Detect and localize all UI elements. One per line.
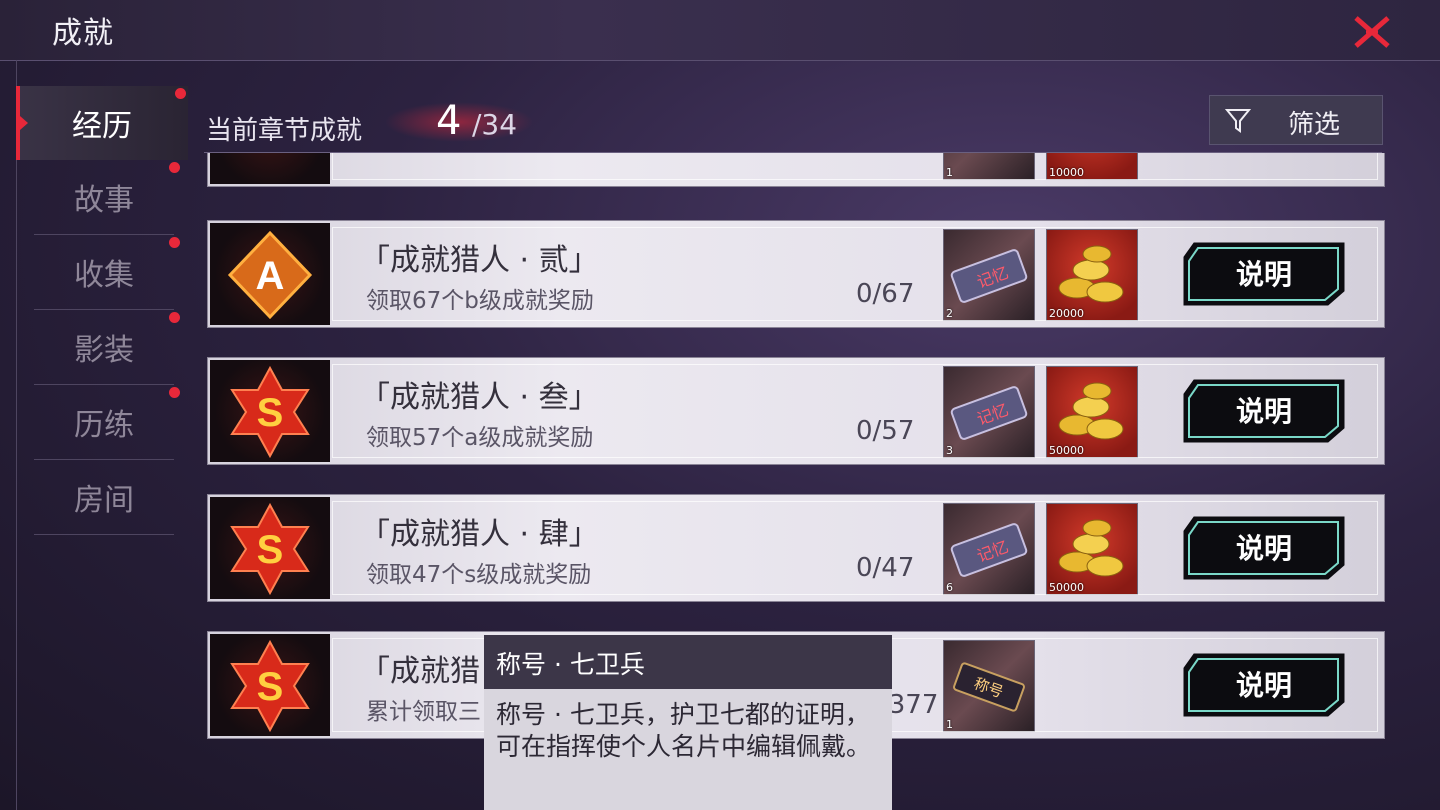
achievement-row: S 「成就猎人 · 肆」 领取47个s级成就奖励 0/47 记忆 6 50000 [207, 494, 1385, 602]
tab-experience[interactable]: 经历 [16, 86, 188, 160]
reward-qty: 3 [946, 444, 953, 457]
top-bar: 成就 [0, 0, 1440, 61]
notification-dot [175, 88, 186, 99]
memory-ticket-icon: 记忆 [950, 523, 1028, 577]
achievement-name: 「成就猎人 · 肆」 [360, 517, 599, 552]
tab-label: 经历 [72, 109, 132, 144]
badge-letter: S [257, 391, 284, 435]
notification-dot [169, 237, 180, 248]
reward-qty: 20000 [1049, 307, 1084, 320]
info-button-label: 说明 [1235, 258, 1292, 291]
tab-label: 影装 [74, 333, 134, 368]
achievement-row: S 「成就猎人 · 叁」 领取57个a级成就奖励 0/57 记忆 3 50000 [207, 357, 1385, 465]
reward-qty: 2 [946, 307, 953, 320]
rank-s-icon: S [230, 365, 310, 459]
tab-label: 收集 [74, 258, 134, 293]
close-x-icon[interactable] [1350, 12, 1394, 52]
achievement-progress: 0/47 [856, 553, 915, 583]
item-tooltip: 称号 · 七卫兵 称号 · 七卫兵，护卫七都的证明，可在指挥使个人名片中编辑佩戴… [484, 635, 892, 810]
tooltip-body: 称号 · 七卫兵，护卫七都的证明，可在指挥使个人名片中编辑佩戴。 [496, 700, 872, 761]
reward-qty: 10000 [1049, 166, 1084, 179]
rank-s-icon: S [230, 502, 310, 596]
reward-qty: 1 [946, 166, 953, 179]
tooltip-header: 称号 · 七卫兵 [484, 635, 892, 689]
badge-letter: A [256, 254, 285, 298]
achievement-badge: S [210, 497, 330, 599]
coins-reward[interactable]: 50000 [1046, 503, 1138, 595]
tab-label: 房间 [74, 483, 134, 518]
achievement-desc: 累计领取三 [366, 699, 481, 725]
achievement-name: 「成就猎人 · 叁」 [360, 380, 599, 415]
coins-reward[interactable]: 20000 [1046, 229, 1138, 321]
title-ticket-icon: 称号 [953, 662, 1025, 712]
tab-room[interactable]: 房间 [34, 460, 174, 535]
memory-ticket-reward[interactable]: 记忆 3 [943, 366, 1035, 458]
chapter-achievement-label: 当前章节成就 [206, 116, 363, 146]
reward-item[interactable]: 10000 [1046, 153, 1138, 180]
tooltip-title: 称号 · 七卫兵 [496, 650, 645, 679]
badge-letter: S [257, 528, 284, 572]
chapter-achievement-header: 当前章节成就 4 /34 [204, 96, 1382, 153]
badge-letter: S [257, 665, 284, 709]
reward-qty: 50000 [1049, 581, 1084, 594]
notification-dot [169, 312, 180, 323]
achievement-name: 「成就猎人 · 贰」 [360, 243, 599, 278]
notification-dot [169, 162, 180, 173]
funnel-icon [1224, 109, 1252, 133]
achievement-badge: S [210, 360, 330, 462]
achievement-badge: S [210, 634, 330, 736]
achievement-progress: 0/67 [856, 279, 915, 309]
tab-training[interactable]: 历练 [34, 385, 180, 460]
achievement-desc: 领取57个a级成就奖励 [366, 425, 594, 451]
reward-qty: 50000 [1049, 444, 1084, 457]
tab-outfit[interactable]: 影装 [34, 310, 180, 385]
memory-ticket-reward[interactable]: 记忆 6 [943, 503, 1035, 595]
achievement-row: A 「成就猎人 · 贰」 领取67个b级成就奖励 0/67 记忆 2 20000 [207, 220, 1385, 328]
page-title: 成就 [52, 16, 114, 51]
memory-ticket-icon: 记忆 [950, 249, 1028, 303]
memory-ticket-icon: 记忆 [950, 386, 1028, 440]
achievement-row-partial: 1 10000 [207, 153, 1385, 187]
info-button[interactable]: 说明 [1180, 513, 1348, 583]
info-button-label: 说明 [1235, 395, 1292, 428]
info-button-label: 说明 [1235, 532, 1292, 565]
coins-reward[interactable]: 50000 [1046, 366, 1138, 458]
rank-s-icon: S [230, 639, 310, 733]
info-button-label: 说明 [1235, 669, 1292, 702]
tab-collection[interactable]: 收集 [34, 235, 180, 310]
memory-ticket-reward[interactable]: 记忆 2 [943, 229, 1035, 321]
tab-label: 故事 [74, 183, 134, 218]
filter-label: 筛选 [1288, 110, 1341, 140]
info-button[interactable]: 说明 [1180, 239, 1348, 309]
achievement-name: 「成就猎 [360, 654, 480, 689]
notification-dot [169, 387, 180, 398]
achievement-total-count: /34 [472, 108, 518, 141]
achievement-desc: 领取47个s级成就奖励 [366, 562, 592, 588]
sidebar: 经历 故事 收集 影装 历练 房间 [16, 86, 188, 535]
info-button[interactable]: 说明 [1180, 650, 1348, 720]
rank-a-icon: A [227, 230, 313, 320]
info-button[interactable]: 说明 [1180, 376, 1348, 446]
reward-item[interactable]: 1 [943, 153, 1035, 180]
achievement-badge [210, 153, 330, 184]
reward-qty: 6 [946, 581, 953, 594]
tab-label: 历练 [74, 408, 134, 443]
achievement-desc: 领取67个b级成就奖励 [366, 288, 594, 314]
filter-button[interactable]: 筛选 [1209, 95, 1383, 145]
title-ticket-reward[interactable]: 称号 1 [943, 640, 1035, 732]
achievement-progress: 0/57 [856, 416, 915, 446]
tab-story[interactable]: 故事 [34, 160, 180, 235]
reward-qty: 1 [946, 718, 953, 731]
achievement-badge: A [210, 223, 330, 325]
achievement-current-count: 4 [436, 98, 462, 144]
